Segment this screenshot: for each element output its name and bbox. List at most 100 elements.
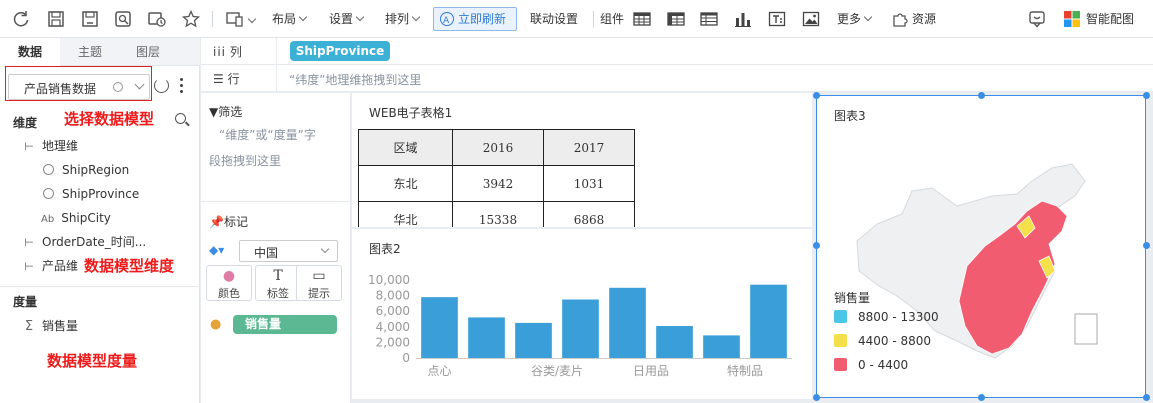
web-spreadsheet[interactable]: 区域 2016 2017 东北 3942 1031 华北 15338 6868 xyxy=(358,129,635,227)
globe-icon xyxy=(43,164,54,175)
tab-data[interactable]: 数据 xyxy=(0,38,60,66)
bar[interactable] xyxy=(562,299,599,359)
save-icon[interactable] xyxy=(46,9,66,29)
label-button[interactable]: T 标签 xyxy=(255,265,301,301)
refresh-now-button[interactable]: 立即刷新 xyxy=(433,7,517,32)
publish-icon[interactable] xyxy=(147,9,167,29)
preview-icon[interactable] xyxy=(113,9,133,29)
more-menu[interactable]: 更多 xyxy=(837,10,873,28)
y-tick-label: 6,000 xyxy=(376,304,410,318)
tree-item-label: ShipRegion xyxy=(62,163,130,177)
resize-handle[interactable] xyxy=(978,394,985,401)
table-cell[interactable]: 3942 xyxy=(452,165,544,202)
bar-chart-card[interactable]: 图表2 0 2,000 4,000 6,000 8,000 10,000 点心 谷类/麦片 日用… xyxy=(352,229,812,399)
puzzle-icon[interactable] xyxy=(891,9,911,29)
tab-theme[interactable]: 主题 xyxy=(60,38,120,66)
arrange-menu[interactable]: 排列 xyxy=(385,10,421,28)
tree-item-geo[interactable]: ⊢ 地理维 xyxy=(22,136,78,156)
bar-chart-icon[interactable] xyxy=(733,9,753,29)
bar[interactable] xyxy=(656,326,693,358)
measure-title: 度量 xyxy=(13,295,38,309)
bar[interactable] xyxy=(421,297,458,358)
toolbar-separator xyxy=(212,11,213,27)
resize-handle[interactable] xyxy=(813,394,820,401)
color-field-pill[interactable]: 销售量 xyxy=(233,315,337,334)
settings-label: 设置 xyxy=(329,12,354,26)
legend-label: 4400 - 8800 xyxy=(858,334,932,348)
bar[interactable] xyxy=(515,322,552,358)
refresh-now-label: 立即刷新 xyxy=(458,12,507,26)
resources-button[interactable]: 资源 xyxy=(912,10,936,28)
annotation-model-dimension: 数据模型维度 xyxy=(84,257,175,275)
crosstab-icon[interactable] xyxy=(666,9,686,29)
bar-chart[interactable]: 0 2,0004,000 6,0008,000 10,000 点心 谷类/麦片 日用品 特制品 xyxy=(352,229,812,399)
geo-select[interactable]: 中国 xyxy=(239,240,338,262)
save-as-icon[interactable] xyxy=(80,9,100,29)
tree-item-product[interactable]: ⊢ 产品维 xyxy=(22,256,78,276)
shelf-separator xyxy=(276,38,277,65)
bar[interactable] xyxy=(468,317,505,358)
table-header-row: 区域 2016 2017 xyxy=(358,129,635,166)
map-type-icon[interactable]: ◆▾ xyxy=(209,243,224,257)
filter-drop-hint-line1[interactable]: “维度”或“度量”字 xyxy=(219,122,316,148)
table-header-cell[interactable]: 2016 xyxy=(452,129,544,166)
table-cell[interactable]: 6868 xyxy=(543,201,635,227)
tree-item-ship-city[interactable]: Ab ShipCity xyxy=(41,208,111,228)
tooltip-icon: ▭ xyxy=(312,268,326,284)
resize-handle[interactable] xyxy=(1143,92,1150,99)
settings-menu[interactable]: 设置 xyxy=(329,10,365,28)
column-field-pill[interactable]: ShipProvince xyxy=(290,41,390,61)
map-chart-card[interactable]: 图表3 销售量 8800 - 13300 4400 - 8800 0 - 440… xyxy=(816,95,1146,398)
color-button[interactable]: ● 颜色 xyxy=(206,265,252,301)
refresh-icon[interactable] xyxy=(11,9,31,29)
smart-chart-icon[interactable] xyxy=(1062,9,1082,29)
layout-menu[interactable]: 布局 xyxy=(272,10,308,28)
bar[interactable] xyxy=(609,287,646,358)
favorite-icon[interactable] xyxy=(181,9,201,29)
chevron-down-icon[interactable] xyxy=(247,14,257,24)
device-icon[interactable] xyxy=(225,9,245,29)
tab-layers[interactable]: 图层 xyxy=(118,38,178,66)
filter-drop-hint-line2[interactable]: 段拖拽到这里 xyxy=(209,148,281,174)
hierarchy-icon: ⊢ xyxy=(24,140,34,153)
table-cell[interactable]: 东北 xyxy=(358,165,453,202)
more-vertical-icon[interactable] xyxy=(180,78,184,94)
table-header-cell[interactable]: 2017 xyxy=(543,129,635,166)
resize-handle[interactable] xyxy=(1143,394,1150,401)
resize-handle[interactable] xyxy=(813,242,820,249)
table-cell[interactable]: 华北 xyxy=(358,201,453,227)
resize-handle[interactable] xyxy=(1143,242,1150,249)
label-icon: T xyxy=(273,268,283,284)
globe-icon xyxy=(43,188,54,199)
linkage-settings-button[interactable]: 联动设置 xyxy=(530,10,578,28)
refresh-model-icon[interactable] xyxy=(154,78,169,93)
tooltip-button[interactable]: ▭ 提示 xyxy=(296,265,342,301)
legend-item[interactable]: 0 - 4400 xyxy=(834,358,908,372)
table-card[interactable]: WEB电子表格1 区域 2016 2017 东北 3942 1031 华北 15… xyxy=(352,93,812,227)
table-cell[interactable]: 15338 xyxy=(452,201,544,227)
tree-item-ship-region[interactable]: ShipRegion xyxy=(43,160,129,180)
resize-handle[interactable] xyxy=(978,92,985,99)
search-icon[interactable] xyxy=(175,113,186,124)
bar[interactable] xyxy=(703,335,740,358)
smart-chart-button[interactable]: 智能配图 xyxy=(1086,10,1134,28)
tree-item-label: 产品维 xyxy=(42,259,79,273)
tree-item-ship-province[interactable]: ShipProvince xyxy=(43,184,139,204)
tree-item-order-date[interactable]: ⊢ OrderDate_时间... xyxy=(22,232,146,252)
image-icon[interactable] xyxy=(801,9,821,29)
table-icon[interactable] xyxy=(632,9,652,29)
text-icon[interactable] xyxy=(767,9,787,29)
legend-item[interactable]: 4400 - 8800 xyxy=(834,334,931,348)
resize-handle[interactable] xyxy=(813,92,820,99)
freestyle-table-icon[interactable] xyxy=(699,9,719,29)
row-drop-hint[interactable]: “纬度”地理维拖拽到这里 xyxy=(289,71,421,88)
legend-item[interactable]: 8800 - 13300 xyxy=(834,310,939,324)
annotation-model-measure: 数据模型度量 xyxy=(47,352,138,370)
y-tick-label: 4,000 xyxy=(376,320,410,334)
china-map[interactable] xyxy=(817,96,1147,399)
table-cell[interactable]: 1031 xyxy=(543,165,635,202)
tree-item-sales[interactable]: Σ 销售量 xyxy=(22,316,78,336)
table-header-cell[interactable]: 区域 xyxy=(358,129,453,166)
bar[interactable] xyxy=(750,284,787,358)
feedback-icon[interactable] xyxy=(1027,9,1047,29)
